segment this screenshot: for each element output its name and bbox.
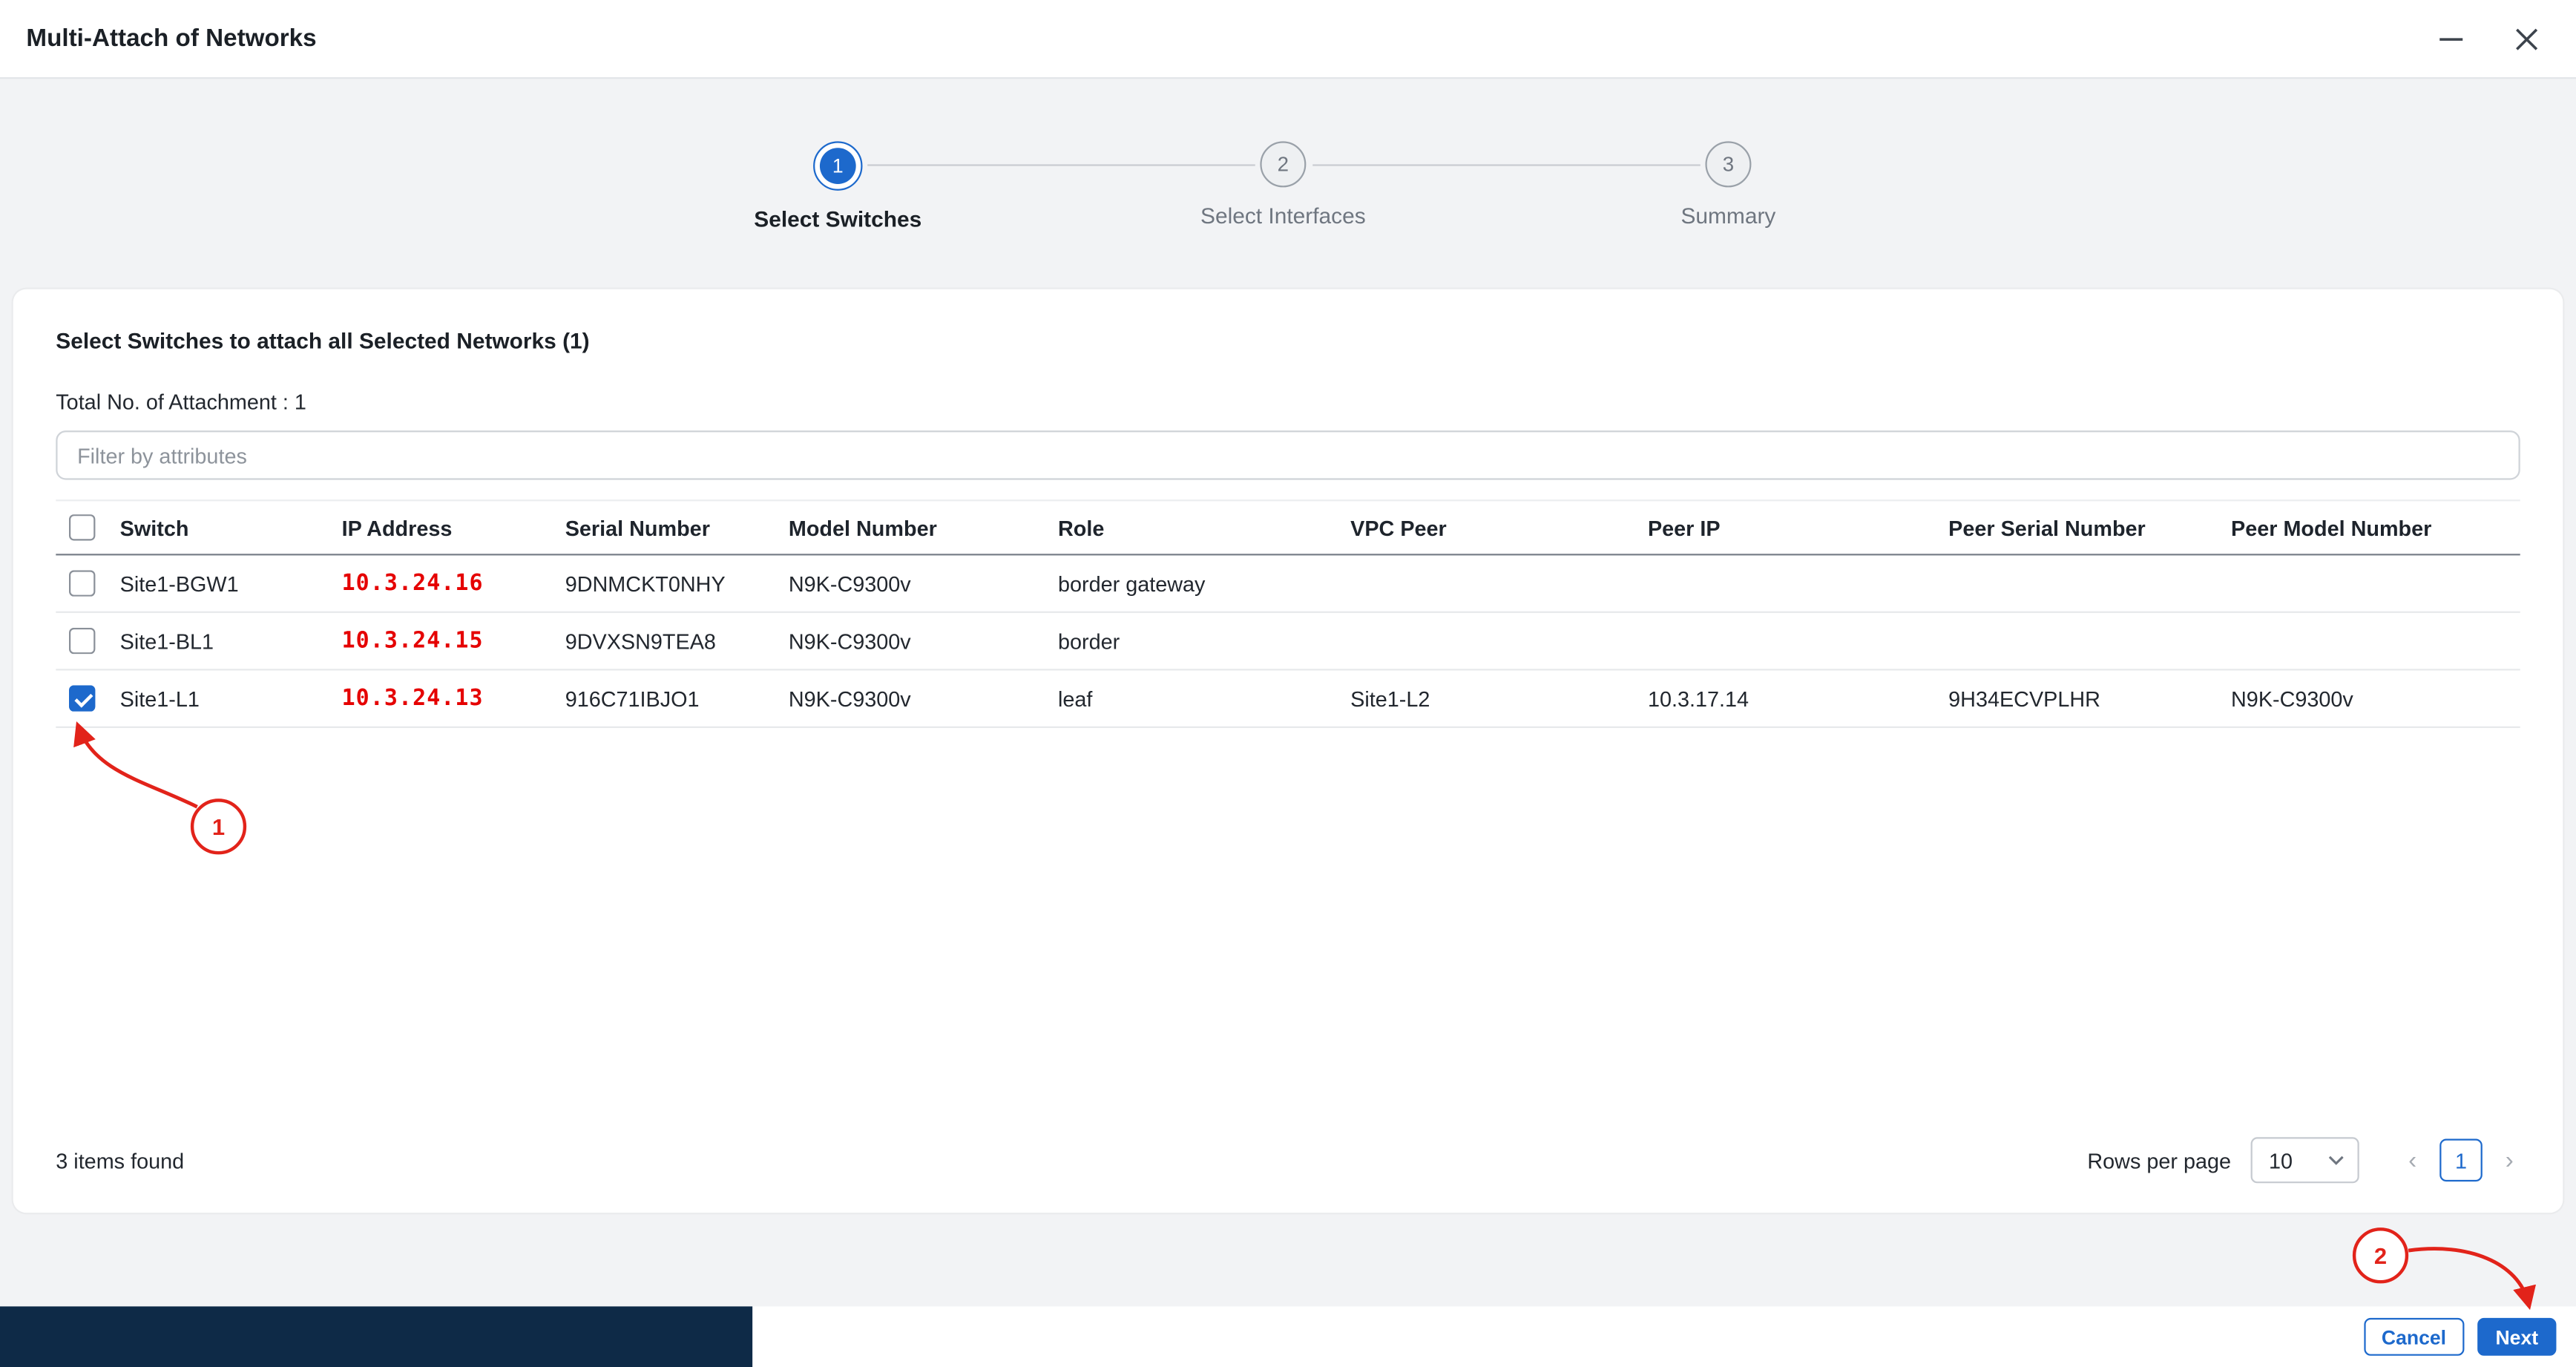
annotation-circle-2: 2 xyxy=(2353,1227,2408,1283)
page-title: Multi-Attach of Networks xyxy=(26,24,316,53)
col-model[interactable]: Model Number xyxy=(789,515,1058,540)
cell-peer-ip: 10.3.17.14 xyxy=(1648,686,1948,710)
col-role[interactable]: Role xyxy=(1058,515,1350,540)
page-1-button[interactable]: 1 xyxy=(2439,1139,2483,1182)
cell-serial: 9DVXSN9TEA8 xyxy=(565,629,789,653)
panel-heading: Select Switches to attach all Selected N… xyxy=(56,329,2520,353)
next-button[interactable]: Next xyxy=(2477,1318,2556,1356)
cell-model: N9K-C9300v xyxy=(789,571,1058,595)
col-vpc-peer[interactable]: VPC Peer xyxy=(1350,515,1648,540)
table-footer: 3 items found Rows per page 10 ‹ 1 › xyxy=(56,1137,2520,1183)
cell-switch: Site1-BL1 xyxy=(120,629,342,653)
underlying-footer-strip xyxy=(0,1306,752,1367)
items-found-label: 3 items found xyxy=(56,1148,184,1173)
step-select-interfaces: 2 Select Interfaces xyxy=(1119,141,1448,228)
cell-model: N9K-C9300v xyxy=(789,629,1058,653)
cell-ip: 10.3.24.15 xyxy=(342,628,565,654)
col-peer-serial[interactable]: Peer Serial Number xyxy=(1948,515,2231,540)
step-1-circle[interactable]: 1 xyxy=(813,141,862,190)
col-peer-ip[interactable]: Peer IP xyxy=(1648,515,1948,540)
pagination: Rows per page 10 ‹ 1 › xyxy=(2087,1137,2520,1183)
cell-switch: Site1-L1 xyxy=(120,686,342,710)
row-checkbox[interactable] xyxy=(69,570,95,596)
table-row-site1-bgw1[interactable]: Site1-BGW1 10.3.24.16 9DNMCKT0NHY N9K-C9… xyxy=(56,555,2520,613)
row-checkbox-checked[interactable] xyxy=(69,685,95,711)
chevron-down-icon xyxy=(2328,1155,2345,1165)
select-switches-panel: Select Switches to attach all Selected N… xyxy=(13,289,2563,1213)
table-row-site1-l1[interactable]: Site1-L1 10.3.24.13 916C71IBJO1 N9K-C930… xyxy=(56,670,2520,728)
next-page-icon[interactable]: › xyxy=(2499,1146,2520,1174)
row-checkbox[interactable] xyxy=(69,628,95,654)
col-peer-model[interactable]: Peer Model Number xyxy=(2231,515,2520,540)
switches-table: Switch IP Address Serial Number Model Nu… xyxy=(56,499,2520,728)
step-summary: 3 Summary xyxy=(1564,141,1893,228)
title-bar: Multi-Attach of Networks xyxy=(0,0,2576,79)
step-3-label: Summary xyxy=(1564,204,1893,229)
cell-model: N9K-C9300v xyxy=(789,686,1058,710)
cell-peer-serial: 9H34ECVPLHR xyxy=(1948,686,2231,710)
cell-ip: 10.3.24.16 xyxy=(342,570,565,596)
col-serial[interactable]: Serial Number xyxy=(565,515,789,540)
cell-serial: 9DNMCKT0NHY xyxy=(565,571,789,595)
col-switch[interactable]: Switch xyxy=(120,515,342,540)
close-icon[interactable] xyxy=(2510,22,2543,55)
step-2-label: Select Interfaces xyxy=(1119,204,1448,229)
minimize-icon[interactable] xyxy=(2435,22,2468,55)
wizard-stepper: 1 Select Switches 2 Select Interfaces 3 … xyxy=(0,79,2576,289)
modal-footer: Cancel Next xyxy=(0,1306,2576,1367)
rows-per-page-select[interactable]: 10 xyxy=(2251,1137,2359,1183)
total-attachment-label: Total No. of Attachment : 1 xyxy=(56,390,2520,414)
filter-input[interactable] xyxy=(56,430,2520,479)
select-all-cell xyxy=(56,514,119,540)
table-row-site1-bl1[interactable]: Site1-BL1 10.3.24.15 9DVXSN9TEA8 N9K-C93… xyxy=(56,613,2520,671)
select-all-checkbox[interactable] xyxy=(69,514,95,540)
step-2-circle[interactable]: 2 xyxy=(1260,141,1306,187)
cell-role: leaf xyxy=(1058,686,1350,710)
cell-role: border xyxy=(1058,629,1350,653)
rows-per-page-label: Rows per page xyxy=(2087,1148,2231,1173)
cell-peer-model: N9K-C9300v xyxy=(2231,686,2520,710)
step-select-switches: 1 Select Switches xyxy=(674,141,1002,232)
step-1-label: Select Switches xyxy=(674,207,1002,232)
col-ip[interactable]: IP Address xyxy=(342,515,565,540)
window-controls xyxy=(2435,22,2543,55)
multi-attach-modal: Multi-Attach of Networks 1 Select Switch… xyxy=(0,0,2576,1367)
cell-ip: 10.3.24.13 xyxy=(342,685,565,711)
prev-page-icon[interactable]: ‹ xyxy=(2402,1146,2423,1174)
annotation-circle-1: 1 xyxy=(191,799,246,854)
cell-role: border gateway xyxy=(1058,571,1350,595)
table-header-row: Switch IP Address Serial Number Model Nu… xyxy=(56,499,2520,555)
step-3-circle[interactable]: 3 xyxy=(1705,141,1751,187)
cell-switch: Site1-BGW1 xyxy=(120,571,342,595)
cell-vpc-peer: Site1-L2 xyxy=(1350,686,1648,710)
cell-serial: 916C71IBJO1 xyxy=(565,686,789,710)
cancel-button[interactable]: Cancel xyxy=(2364,1318,2465,1356)
